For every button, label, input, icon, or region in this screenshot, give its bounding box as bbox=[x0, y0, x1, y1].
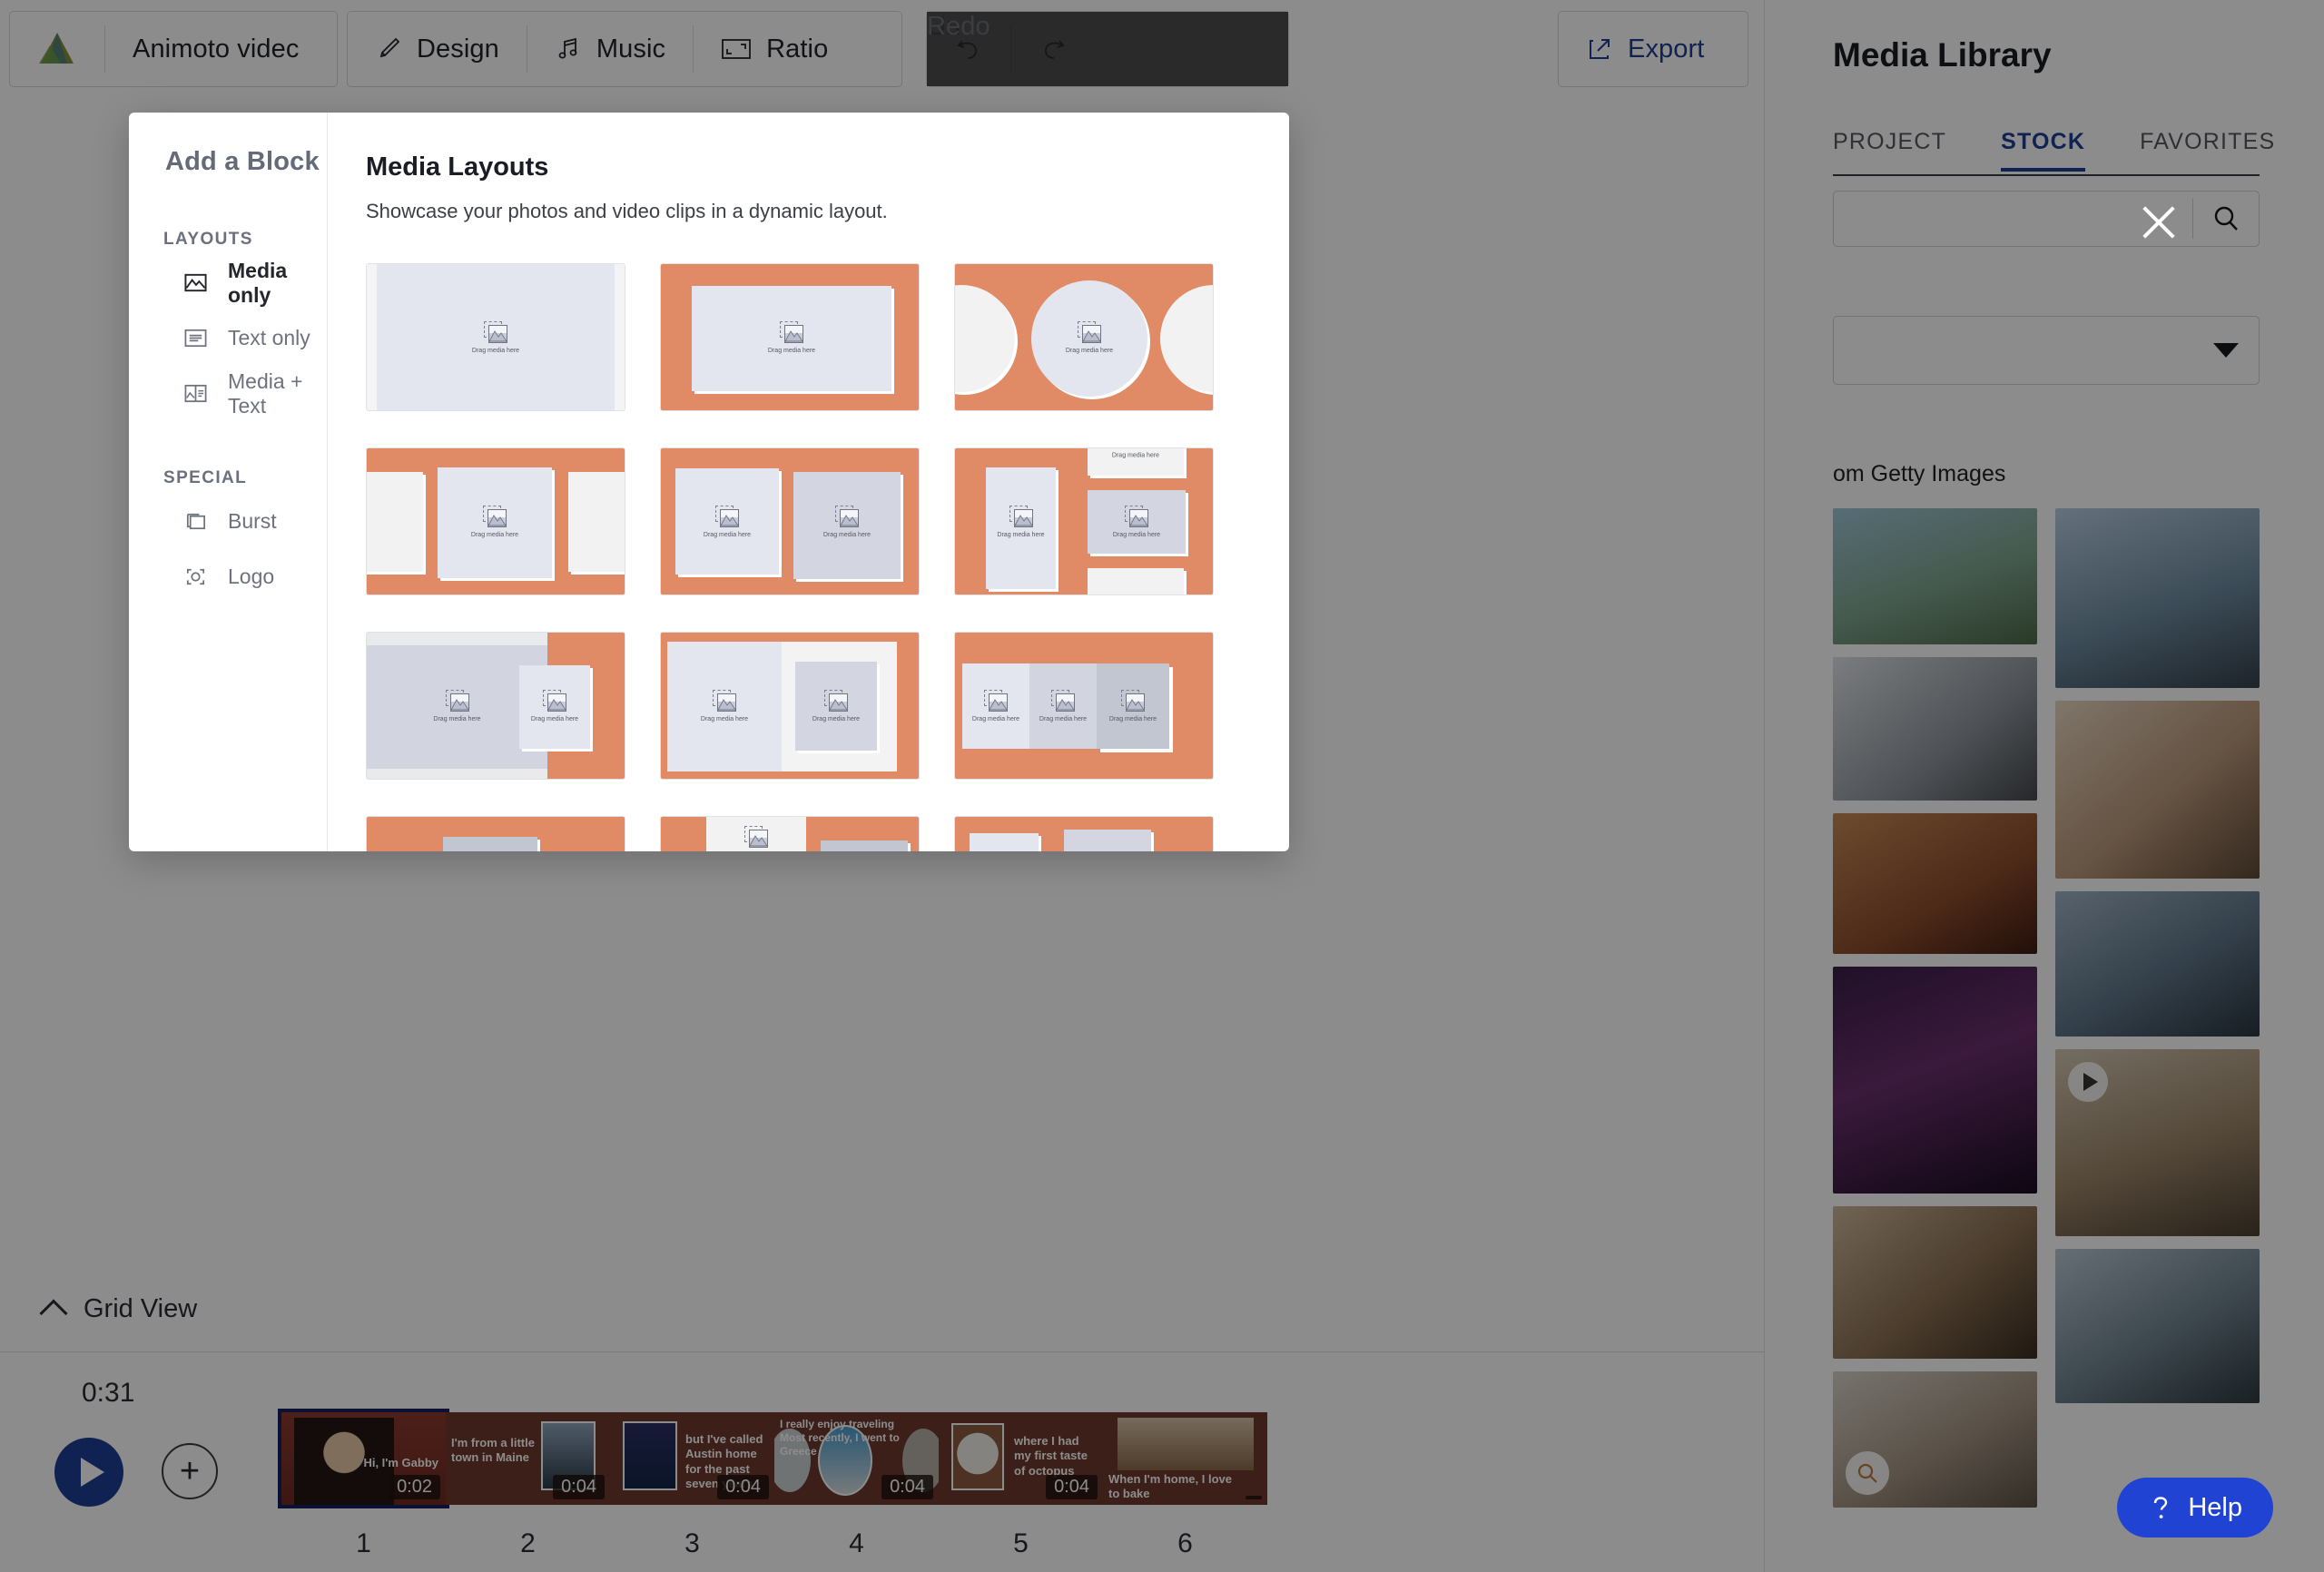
media-placeholder: Drag media here bbox=[795, 689, 877, 722]
media-placeholder: Drag media here bbox=[667, 689, 782, 722]
image-placeholder-icon bbox=[780, 320, 803, 343]
sidebar-item-label: Text only bbox=[228, 326, 310, 349]
modal-main: Media Layouts Showcase your photos and v… bbox=[328, 113, 1289, 851]
image-placeholder-icon bbox=[824, 689, 848, 712]
media-placeholder: Drag media here bbox=[1097, 689, 1169, 722]
placeholder-label: Drag media here bbox=[822, 531, 872, 538]
placeholder-label: Drag media here bbox=[767, 347, 816, 354]
sidebar-item-label: Logo bbox=[228, 565, 275, 588]
placeholder-label: Drag media here bbox=[433, 715, 481, 722]
sidebar-item-media-only[interactable]: Media only bbox=[129, 258, 327, 307]
layout-option-two-up-squares[interactable]: Drag media here Drag media here bbox=[660, 447, 920, 595]
sidebar-item-logo[interactable]: Logo bbox=[129, 555, 327, 599]
image-placeholder-icon bbox=[484, 320, 507, 343]
media-placeholder: Drag media here bbox=[1088, 506, 1186, 538]
media-placeholder: Drag media here bbox=[519, 689, 590, 722]
modal-title: Add a Block bbox=[165, 147, 320, 176]
layout-option-split-half-portrait[interactable]: Drag media here Drag media here bbox=[660, 632, 920, 780]
image-placeholder-icon bbox=[984, 689, 1008, 712]
logo-frame-icon bbox=[186, 568, 205, 585]
placeholder-label: Drag media here bbox=[1065, 347, 1114, 354]
text-lines-icon bbox=[184, 329, 207, 348]
image-placeholder-icon bbox=[543, 689, 566, 712]
layout-option-partial-row[interactable]: Drag media here Drag media here bbox=[954, 816, 1214, 851]
sidebar-item-label: Media only bbox=[228, 258, 288, 307]
layout-option-full-bleed-single[interactable]: Drag media here bbox=[366, 263, 625, 411]
image-placeholder-icon bbox=[1078, 320, 1101, 343]
layout-option-triple-portrait-row[interactable]: Drag media here Drag media here Drag med… bbox=[954, 632, 1214, 780]
sidebar-item-text-only[interactable]: Text only bbox=[129, 316, 327, 360]
placeholder-label: Drag media here bbox=[971, 715, 1020, 722]
image-placeholder-icon bbox=[483, 505, 507, 527]
image-placeholder-icon bbox=[744, 826, 768, 848]
help-label: Help bbox=[2188, 1492, 2242, 1522]
image-placeholder-icon bbox=[445, 689, 469, 712]
placeholder-label: Drag media here bbox=[1111, 452, 1160, 459]
sidebar-item-label: Media + Text bbox=[228, 368, 303, 418]
layout-option-offset-pair[interactable]: Drag media here bbox=[366, 816, 625, 851]
placeholder-label: Drag media here bbox=[997, 531, 1045, 538]
layout-option-wide-plus-portrait[interactable]: Drag media here Drag media here bbox=[366, 632, 625, 780]
layout-option-stacked-split[interactable]: Drag media here Drag media here bbox=[660, 816, 920, 851]
sidebar-item-label: Burst bbox=[228, 509, 277, 533]
media-placeholder: Drag media here bbox=[706, 826, 806, 851]
question-mark-icon bbox=[2154, 1497, 2168, 1518]
media-placeholder: Drag media here bbox=[793, 505, 901, 538]
image-placeholder-icon bbox=[1009, 505, 1033, 527]
layout-grid: Drag media here Drag media here Drag med… bbox=[366, 263, 1289, 851]
media-layouts-subheading: Showcase your photos and video clips in … bbox=[366, 200, 888, 222]
media-placeholder: Drag media here bbox=[1029, 689, 1097, 722]
placeholder-label: Drag media here bbox=[1108, 715, 1157, 722]
image-placeholder-icon bbox=[835, 505, 859, 527]
modal-sidebar: Add a Block LAYOUTS Media only Text only bbox=[129, 113, 328, 851]
media-text-icon bbox=[184, 384, 207, 403]
media-placeholder: Drag media here bbox=[438, 505, 552, 538]
media-layouts-heading: Media Layouts bbox=[366, 152, 549, 182]
media-placeholder: Drag media here bbox=[1088, 453, 1184, 459]
media-placeholder: Drag media here bbox=[692, 320, 891, 354]
section-heading-layouts: LAYOUTS bbox=[163, 230, 253, 249]
placeholder-label: Drag media here bbox=[1112, 532, 1161, 538]
media-placeholder: Drag media here bbox=[675, 505, 779, 538]
layout-option-three-up-carousel[interactable]: Drag media here bbox=[366, 447, 625, 595]
layout-option-circles-carousel[interactable]: Drag media here bbox=[954, 263, 1214, 411]
add-a-block-modal: Add a Block LAYOUTS Media only Text only bbox=[129, 113, 1289, 851]
media-library-close-button[interactable] bbox=[2138, 201, 2180, 243]
layout-option-portrait-plus-stack[interactable]: Drag media here Drag media here Drag med… bbox=[954, 447, 1214, 595]
sidebar-item-media-text[interactable]: Media + Text bbox=[129, 368, 327, 418]
image-placeholder-icon bbox=[1051, 689, 1075, 712]
image-icon bbox=[184, 273, 207, 292]
placeholder-label: Drag media here bbox=[530, 715, 579, 722]
placeholder-label: Drag media here bbox=[1039, 715, 1088, 722]
placeholder-label: Drag media here bbox=[471, 347, 520, 354]
image-placeholder-icon bbox=[1121, 689, 1145, 712]
media-placeholder: Drag media here bbox=[367, 320, 625, 354]
section-heading-special: SPECIAL bbox=[163, 468, 248, 487]
image-placeholder-icon bbox=[1125, 506, 1148, 527]
help-button[interactable]: Help bbox=[2117, 1478, 2273, 1538]
placeholder-label: Drag media here bbox=[812, 715, 861, 722]
placeholder-label: Drag media here bbox=[470, 531, 519, 538]
image-placeholder-icon bbox=[715, 505, 739, 527]
image-placeholder-icon bbox=[713, 689, 736, 712]
media-placeholder: Drag media here bbox=[962, 689, 1029, 722]
placeholder-label: Drag media here bbox=[700, 715, 749, 722]
placeholder-label: Drag media here bbox=[703, 531, 752, 538]
stacked-cards-icon bbox=[186, 513, 206, 530]
media-placeholder: Drag media here bbox=[986, 505, 1056, 538]
sidebar-item-burst[interactable]: Burst bbox=[129, 499, 327, 544]
layout-option-framed-single[interactable]: Drag media here bbox=[660, 263, 920, 411]
media-placeholder: Drag media here bbox=[1031, 320, 1147, 354]
